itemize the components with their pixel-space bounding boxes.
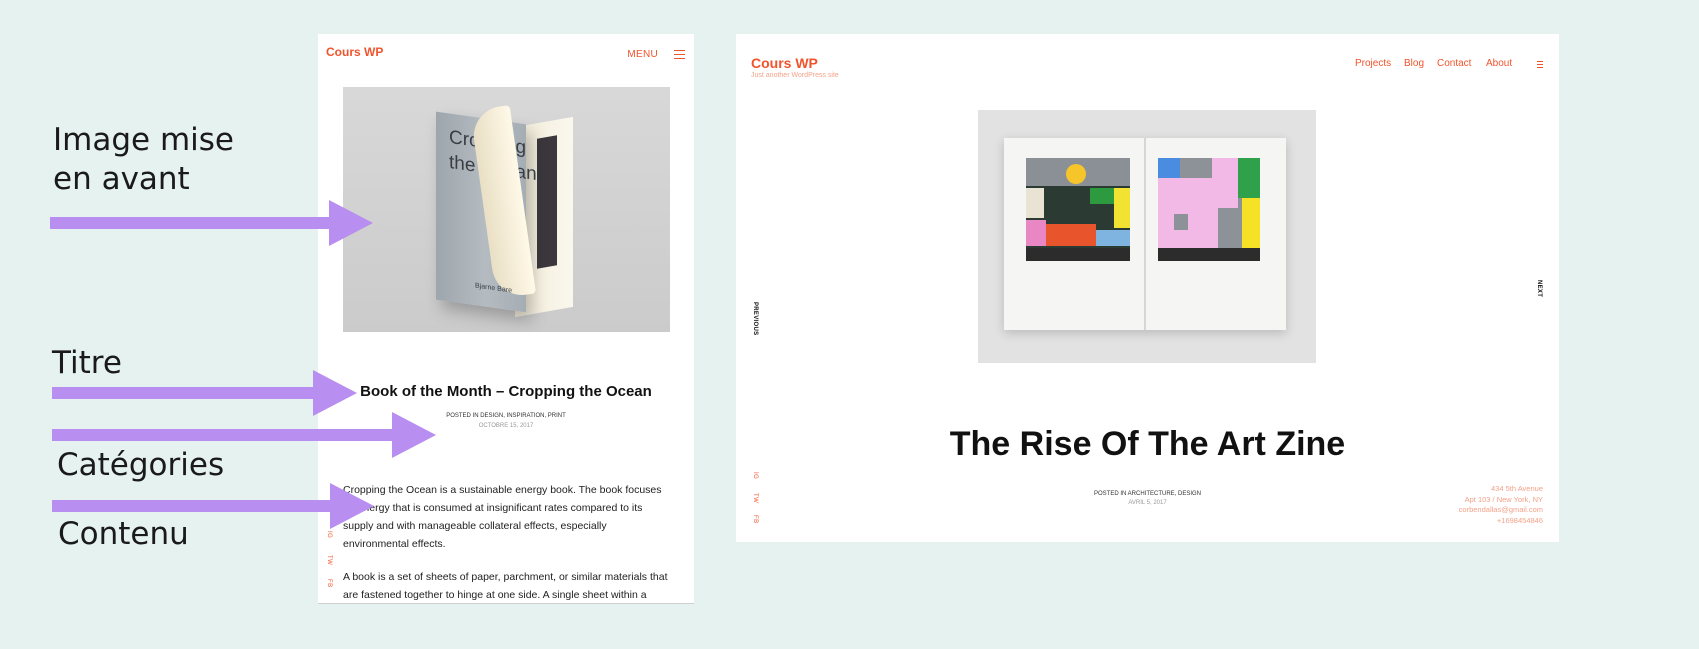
nav-about[interactable]: About <box>1486 58 1512 69</box>
mobile-post-title[interactable]: Book of the Month – Cropping the Ocean <box>318 383 694 400</box>
arrow-content <box>52 483 374 529</box>
desktop-featured-image <box>978 110 1316 363</box>
art-zine-spread <box>1004 138 1286 330</box>
desktop-social-fb[interactable]: FB <box>752 515 758 524</box>
zine-artwork-right <box>1158 158 1260 261</box>
mobile-social-tw[interactable]: TW <box>326 555 332 565</box>
zine-artwork-left <box>1026 158 1130 261</box>
desktop-post-categories: POSTED IN ARCHITECTURE, DESIGN <box>1093 491 1201 497</box>
nav-projects[interactable]: Projects <box>1355 58 1391 69</box>
book-insert <box>537 135 557 269</box>
mobile-site-title[interactable]: Cours WP <box>326 45 383 59</box>
arrow-categories <box>52 412 436 458</box>
annotation-featured-image-line1: Image mise <box>53 122 234 158</box>
mobile-social-ig[interactable]: IG <box>326 531 332 538</box>
mobile-social-fb[interactable]: FB <box>326 579 332 588</box>
desktop-social-ig[interactable]: IG <box>752 472 758 479</box>
next-post-link[interactable]: NEXT <box>1536 280 1542 297</box>
arrow-title <box>52 370 357 416</box>
hamburger-icon[interactable] <box>674 50 685 62</box>
desktop-post-title[interactable]: The Rise Of The Art Zine <box>736 425 1559 464</box>
address-line: Apt 103 / New York, NY <box>1464 494 1543 504</box>
desktop-mockup: Cours WP Just another WordPress site Pro… <box>736 34 1559 542</box>
contact-phone-link[interactable]: +1698454846 <box>1459 516 1543 527</box>
desktop-post-date: AVRIL 5, 2017 <box>1128 500 1167 506</box>
mobile-featured-image: Cropping the Ocean Bjarne Bare <box>343 87 670 332</box>
content-paragraph: Cropping the Ocean is a sustainable ener… <box>343 484 662 550</box>
desktop-social-tw[interactable]: TW <box>752 493 758 503</box>
annotation-featured-image-line2: en avant <box>53 161 190 197</box>
mobile-mockup: Cours WP MENU Cropping the Ocean Bjarne … <box>318 34 694 604</box>
address-line: 434 5th Avenue <box>1491 484 1543 493</box>
previous-post-link[interactable]: PREVIOUS <box>752 302 758 335</box>
desktop-contact-address: 434 5th Avenue Apt 103 / New York, NY co… <box>1459 484 1543 526</box>
desktop-site-title[interactable]: Cours WP <box>751 55 818 71</box>
nav-contact[interactable]: Contact <box>1437 58 1471 69</box>
nav-blog[interactable]: Blog <box>1404 58 1424 69</box>
mobile-post-content: Cropping the Ocean is a sustainable ener… <box>343 481 671 603</box>
content-paragraph: A book is a set of sheets of paper, parc… <box>343 571 668 601</box>
hamburger-icon[interactable] <box>1537 61 1543 70</box>
mobile-menu-button[interactable]: MENU <box>627 49 658 60</box>
arrow-featured-image <box>50 200 373 246</box>
desktop-site-tagline: Just another WordPress site <box>751 72 839 79</box>
contact-email-link[interactable]: corbendallas@gmail.com <box>1459 505 1543 516</box>
